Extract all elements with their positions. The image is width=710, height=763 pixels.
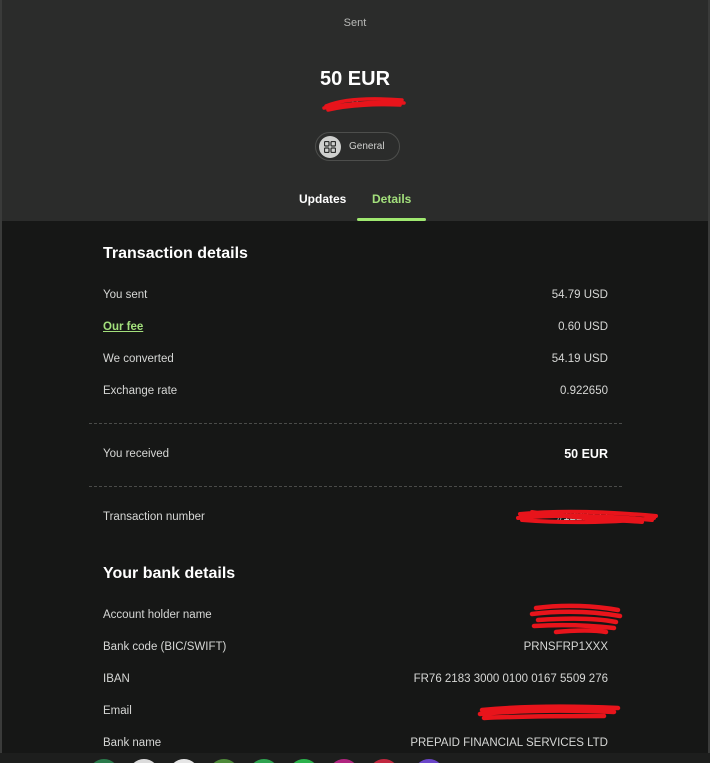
category-chip-label: General <box>349 141 385 152</box>
bank-name-label: Bank name <box>103 737 162 749</box>
transaction-number-value[interactable]: #1222222 <box>557 511 608 523</box>
email-label: Email <box>103 705 132 717</box>
tab-updates[interactable]: Updates <box>299 192 346 206</box>
we-converted-value: 54.19 USD <box>551 353 608 365</box>
our-fee-link[interactable]: Our fee <box>103 321 143 333</box>
tab-details[interactable]: Details <box>372 192 411 206</box>
taskbar-app-icon[interactable] <box>414 759 444 763</box>
we-converted-label: We converted <box>103 353 174 365</box>
account-holder-label: Account holder name <box>103 609 212 621</box>
you-received-label: You received <box>103 448 170 460</box>
exchange-rate-label: Exchange rate <box>103 385 178 397</box>
exchange-rate-value: 0.922650 <box>560 385 608 397</box>
redaction-scribble <box>529 603 623 635</box>
grid-icon <box>319 135 341 158</box>
taskbar-app-icon[interactable] <box>169 759 199 763</box>
transaction-amount: 50 EUR <box>319 68 391 90</box>
bank-details-title: Your bank details <box>103 565 236 582</box>
taskbar-app-icon[interactable] <box>369 759 399 763</box>
category-chip[interactable]: General <box>315 132 400 161</box>
iban-label: IBAN <box>103 673 130 685</box>
transaction-details-title: Transaction details <box>103 245 248 262</box>
transaction-status: Sent <box>343 17 367 29</box>
taskbar-app-icon[interactable] <box>209 759 239 763</box>
taskbar <box>0 753 710 763</box>
tab-bar: Updates Details <box>2 180 708 221</box>
taskbar-app-icon[interactable] <box>289 759 319 763</box>
our-fee-value: 0.60 USD <box>558 321 608 333</box>
iban-value[interactable]: FR76 2183 3000 0100 0167 5509 276 <box>414 673 608 685</box>
taskbar-app-icon[interactable] <box>329 759 359 763</box>
taskbar-app-icon[interactable] <box>89 759 119 763</box>
you-sent-label: You sent <box>103 289 148 301</box>
divider <box>89 486 622 487</box>
bank-code-label: Bank code (BIC/SWIFT) <box>103 641 227 653</box>
you-sent-value: 54.79 USD <box>551 289 608 301</box>
taskbar-app-icon[interactable] <box>129 759 159 763</box>
bank-name-value[interactable]: PREPAID FINANCIAL SERVICES LTD <box>410 737 608 749</box>
you-received-value: 50 EUR <box>564 447 608 461</box>
transaction-header: Sent 50 EUR P General Updates Details <box>2 0 708 221</box>
bank-code-value[interactable]: PRNSFRP1XXX <box>524 641 608 653</box>
recipient-name: P <box>351 99 359 110</box>
active-tab-indicator <box>357 218 426 221</box>
transaction-number-label: Transaction number <box>103 511 205 523</box>
taskbar-app-icon[interactable] <box>249 759 279 763</box>
divider <box>89 423 622 424</box>
redaction-scribble <box>477 704 621 721</box>
